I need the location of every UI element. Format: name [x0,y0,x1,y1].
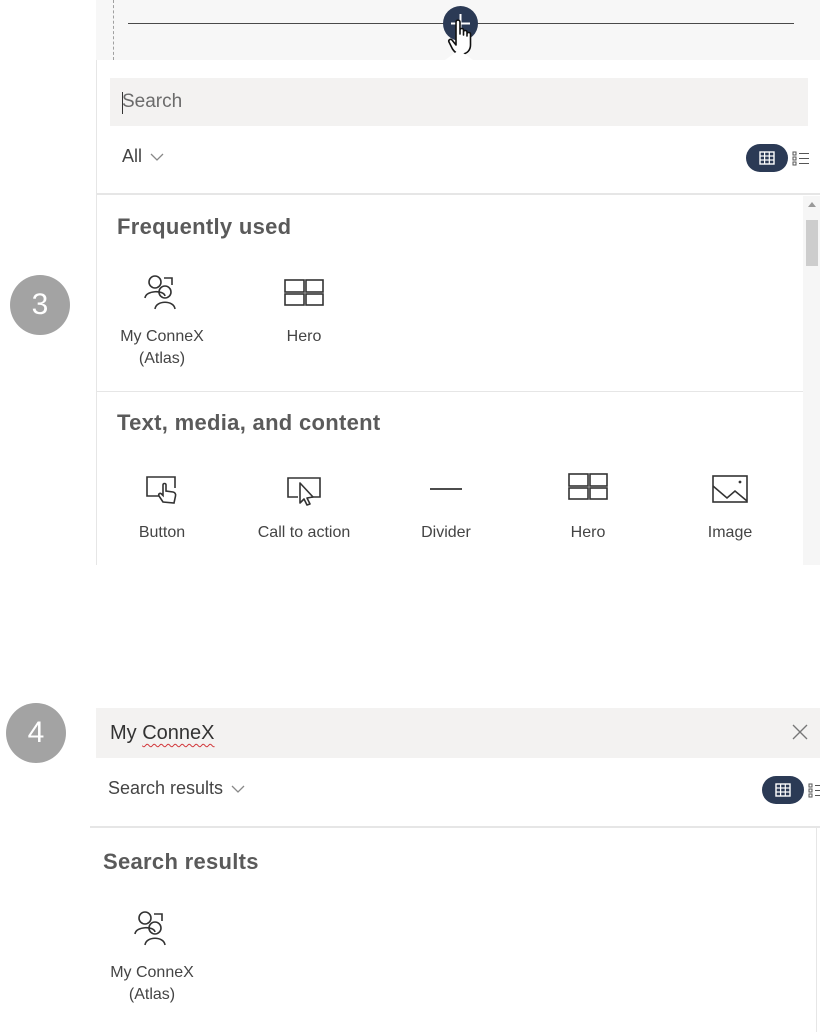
grid-view-button[interactable] [746,144,788,172]
section-title-frequently-used: Frequently used [117,214,292,239]
step-badge-3: 3 [10,275,70,335]
toolbox-header-divider [97,193,820,195]
webpart-tile-hero-2[interactable]: Hero [518,468,658,544]
results-filter-dropdown[interactable]: Search results [108,778,245,799]
call-to-action-icon [287,477,321,506]
results-filter-label: Search results [108,778,224,798]
clear-search-button[interactable] [790,722,810,747]
close-icon [792,724,808,740]
tile-label: Hero [570,524,606,541]
scrollbar-thumb[interactable] [806,220,818,266]
spellcheck-flagged-word: ConneX [142,722,215,744]
step-badge-4: 4 [6,703,66,763]
button-touch-icon [146,476,177,504]
tile-label: My ConneX (Atlas) [110,964,194,1003]
webpart-tile-hero[interactable]: Hero [234,272,374,348]
list-icon [792,151,809,166]
people-icon [134,911,166,946]
tile-label: My ConneX (Atlas) [120,328,204,367]
view-toggle [746,144,810,172]
section-boundary [113,0,114,60]
list-view-button[interactable] [808,782,820,798]
tile-label: Button [138,524,186,541]
tile-label: Image [707,524,753,541]
grid-icon [775,783,791,797]
tile-label: Hero [286,328,322,345]
chevron-down-icon [150,153,164,161]
webpart-tile-image[interactable]: Image [660,468,800,544]
image-icon [712,475,748,503]
divider-icon [430,488,462,490]
category-filter-dropdown[interactable]: All [122,146,164,167]
hero-layout-icon [284,279,324,306]
list-view-button[interactable] [792,150,810,166]
people-icon [144,275,176,310]
grid-icon [759,151,775,165]
webpart-tile-call-to-action[interactable]: Call to action [234,468,374,544]
hero-layout-icon [568,473,608,500]
results-header-divider [90,826,820,828]
scroll-up-arrow[interactable] [808,202,816,207]
view-toggle-results [762,776,820,804]
webpart-tile-divider[interactable]: Divider [376,468,516,544]
category-filter-label: All [122,146,143,166]
tile-label: Divider [421,524,471,541]
chevron-down-icon [231,785,245,793]
grid-view-button[interactable] [762,776,804,804]
webpart-tile-my-connex-result[interactable]: My ConneX (Atlas) [82,908,222,1006]
category-divider [97,391,803,392]
section-title-search-results: Search results [103,849,259,874]
toolbox-pointer [445,50,473,60]
webpart-tile-button[interactable]: Button [92,468,232,544]
text-caret [122,92,123,114]
search-input-value: My ConneX [110,722,215,744]
tile-label: Call to action [257,524,351,541]
webpart-search-input[interactable] [110,78,808,126]
list-icon [808,783,820,798]
results-panel-edge [816,828,817,1032]
section-title-text-media-content: Text, media, and content [117,410,381,435]
webpart-tile-my-connex[interactable]: My ConneX (Atlas) [92,272,232,370]
